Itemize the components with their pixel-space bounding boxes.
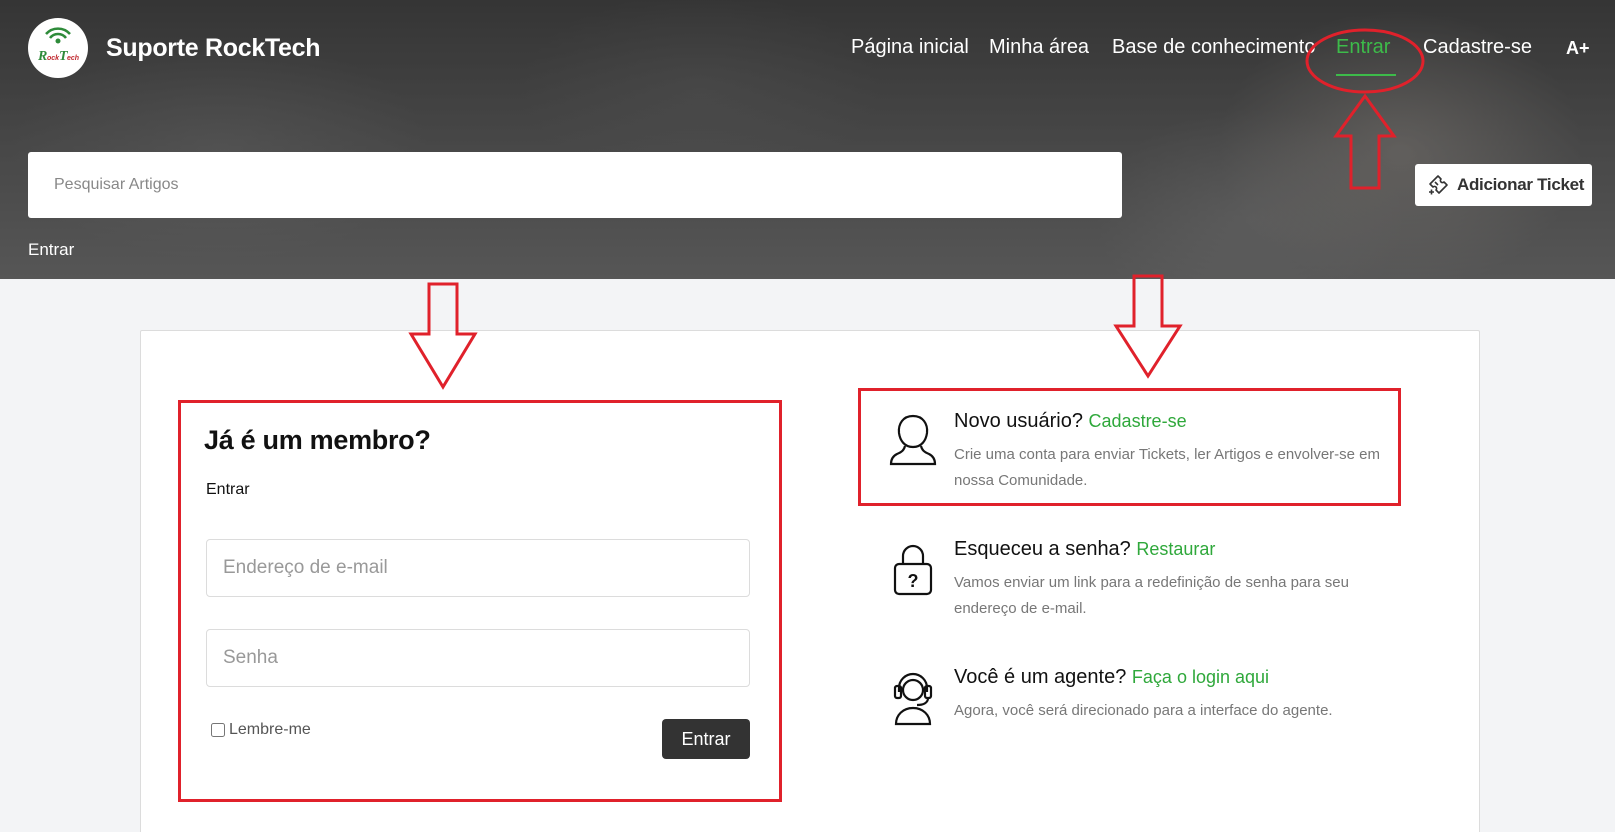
nav-login[interactable]: Entrar — [1336, 36, 1390, 59]
add-ticket-label: Adicionar Ticket — [1457, 175, 1585, 194]
agent-title: Você é um agente? Faça o login aqui — [954, 666, 1269, 689]
header-hero: R ock T ech Suporte RockTech Página inic… — [0, 0, 1615, 279]
password-field[interactable] — [206, 629, 750, 687]
add-ticket-button[interactable]: Adicionar Ticket — [1415, 164, 1592, 206]
ticket-icon — [1429, 175, 1448, 195]
svg-text:?: ? — [908, 571, 919, 591]
new-user-title: Novo usuário? Cadastre-se — [954, 410, 1187, 433]
agent-desc: Agora, você será direcionado para a inte… — [954, 702, 1333, 719]
nav-home[interactable]: Página inicial — [851, 36, 969, 59]
login-panel: Já é um membro? Entrar Lembre-me Entrar — [178, 400, 782, 802]
nav-signup[interactable]: Cadastre-se — [1423, 36, 1532, 59]
nav-my-area[interactable]: Minha área — [989, 36, 1089, 59]
new-user-info: Novo usuário? Cadastre-se Crie uma conta… — [886, 410, 1406, 490]
login-submit-button[interactable]: Entrar — [662, 719, 750, 759]
email-field[interactable] — [206, 539, 750, 597]
agent-question: Você é um agente? — [954, 666, 1127, 688]
restore-link[interactable]: Restaurar — [1136, 539, 1215, 559]
search-input[interactable] — [28, 152, 1122, 218]
breadcrumb[interactable]: Entrar — [28, 240, 74, 260]
forgot-password-desc: Vamos enviar um link para a redefinição … — [954, 574, 1349, 617]
agent-info: Você é um agente? Faça o login aqui Agor… — [886, 666, 1406, 736]
nav-active-underline — [1336, 74, 1396, 76]
top-nav: Página inicial Minha área Base de conhec… — [0, 36, 1615, 76]
forgot-password-info: ? Esqueceu a senha? Restaurar Vamos envi… — [886, 538, 1406, 618]
lock-question-icon: ? — [893, 544, 933, 596]
agent-login-link[interactable]: Faça o login aqui — [1132, 667, 1269, 687]
login-title: Já é um membro? — [204, 425, 431, 455]
remember-me[interactable]: Lembre-me — [211, 721, 311, 739]
headset-agent-icon — [893, 672, 933, 726]
new-user-desc: Crie uma conta para enviar Tickets, ler … — [954, 446, 1381, 489]
user-icon — [889, 414, 937, 466]
font-size-icon[interactable]: A+ — [1566, 38, 1590, 59]
nav-knowledge-base[interactable]: Base de conhecimento — [1112, 36, 1315, 59]
forgot-password-title: Esqueceu a senha? Restaurar — [954, 538, 1215, 561]
forgot-password-question: Esqueceu a senha? — [954, 538, 1131, 560]
login-subtitle: Entrar — [206, 481, 250, 498]
remember-me-label: Lembre-me — [229, 721, 311, 738]
signup-link[interactable]: Cadastre-se — [1089, 411, 1187, 431]
remember-me-checkbox[interactable] — [211, 723, 225, 737]
new-user-question: Novo usuário? — [954, 410, 1083, 432]
